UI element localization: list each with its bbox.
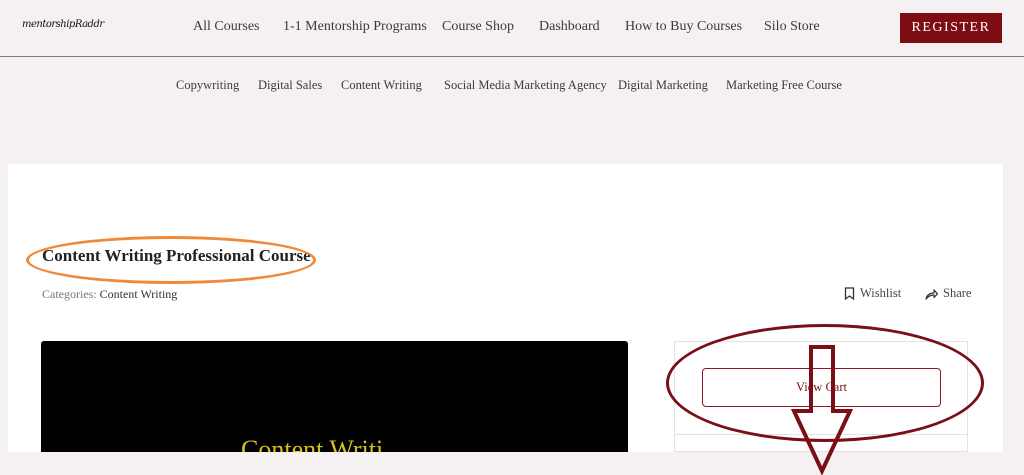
nav-all-courses[interactable]: All Courses [193,19,260,35]
subnav-marketing-free-course[interactable]: Marketing Free Course [726,78,842,93]
logo-text: mentorshipRaddr [22,19,104,30]
share-icon [925,288,938,300]
course-card: Content Writing Professional Course Cate… [8,164,1003,475]
subnav-copywriting[interactable]: Copywriting [176,78,239,93]
subnav-content-writing[interactable]: Content Writing [341,78,422,93]
share-button[interactable]: Share [925,286,971,301]
categories-label: Categories: [42,287,97,301]
nav-mentorship-programs[interactable]: 1-1 Mentorship Programs [283,19,427,35]
wishlist-label: Wishlist [860,286,902,300]
wishlist-button[interactable]: Wishlist [844,286,901,301]
bookmark-icon [844,287,855,300]
subnav-digital-marketing[interactable]: Digital Marketing [618,78,708,93]
top-navigation-bar: mentorshipRaddr All Courses 1-1 Mentorsh… [0,0,1024,57]
category-link[interactable]: Content Writing [100,287,178,301]
nav-silo-store[interactable]: Silo Store [764,19,820,35]
nav-course-shop[interactable]: Course Shop [442,19,514,35]
cart-panel-divider [675,434,967,435]
subnav-digital-sales[interactable]: Digital Sales [258,78,322,93]
course-categories: Categories: Content Writing [42,287,177,302]
cart-panel: View Cart [674,341,968,452]
course-video-player[interactable]: Content Writi [41,341,628,452]
video-title-text: Content Writi [241,435,384,452]
nav-dashboard[interactable]: Dashboard [539,19,600,35]
subnav-social-media-agency[interactable]: Social Media Marketing Agency [444,78,607,93]
course-title: Content Writing Professional Course [42,246,311,265]
site-logo[interactable]: mentorshipRaddr [22,13,104,39]
register-button[interactable]: REGISTER [900,13,1002,43]
share-label: Share [943,286,972,300]
nav-how-to-buy[interactable]: How to Buy Courses [625,19,742,35]
view-cart-button[interactable]: View Cart [702,368,941,407]
